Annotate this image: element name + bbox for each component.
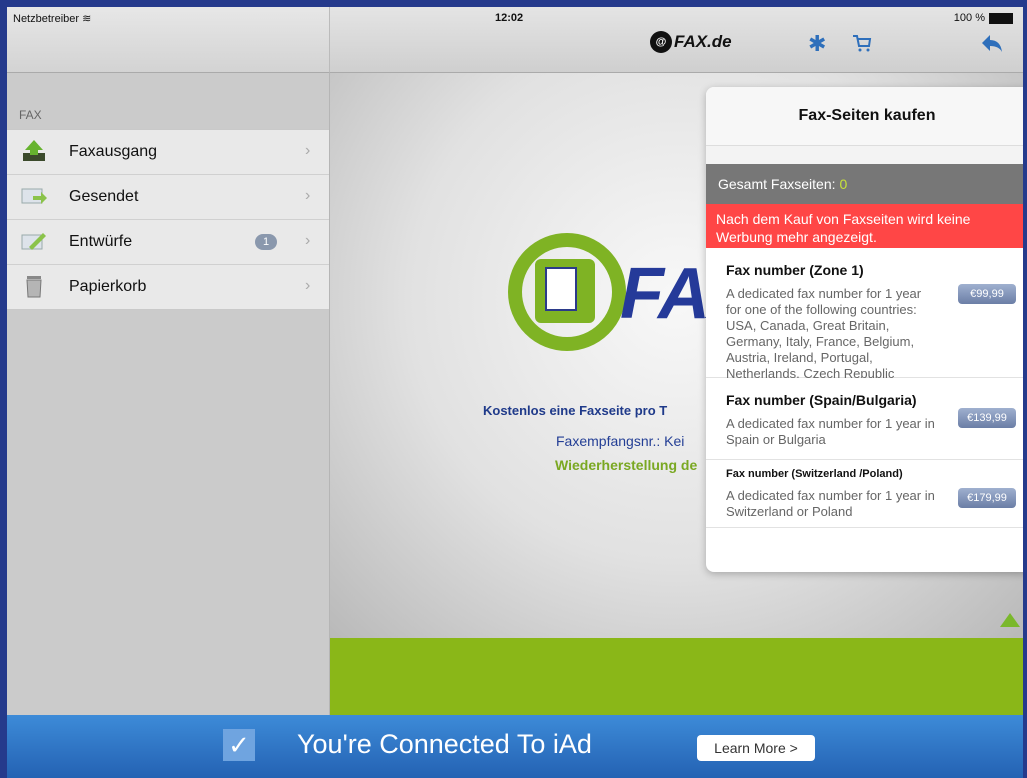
product-description: A dedicated fax number for 1 year in Spa… — [726, 416, 935, 447]
trash-icon — [21, 274, 47, 298]
ipad-screen: @ FAX.de ✱ Netzbetreiber ≋ 12:02 100 % F… — [7, 7, 1023, 778]
scroll-up-icon[interactable] — [1000, 613, 1020, 627]
product-description: A dedicated fax number for 1 year in Swi… — [726, 488, 935, 519]
iad-banner[interactable]: ✓ You're Connected To iAd Learn More > — [7, 715, 1023, 778]
popover-title: Fax-Seiten kaufen — [706, 87, 1023, 146]
back-icon[interactable] — [980, 33, 1004, 57]
price-button[interactable]: €139,99 — [958, 408, 1016, 428]
sidebar-menu: Faxausgang › Gesendet › Entwürfe 1 › Pap… — [7, 129, 329, 310]
brand-logo: @ FAX.de — [650, 31, 732, 53]
sidebar-item-label: Papierkorb — [69, 278, 147, 295]
chevron-right-icon: › — [305, 277, 311, 294]
learn-more-button[interactable]: Learn More > — [697, 735, 815, 761]
info-free-page: Kostenlos eine Faxseite pro T — [483, 403, 668, 418]
status-bar: Netzbetreiber ≋ 12:02 100 % — [7, 7, 1023, 29]
product-title: Fax number (Spain/Bulgaria) — [726, 392, 917, 408]
product-item-spain-bulgaria[interactable]: Fax number (Spain/Bulgaria) A dedicated … — [706, 378, 1023, 460]
info-fax-number: Faxempfangsnr.: Kei — [556, 433, 685, 449]
sent-icon — [21, 184, 47, 208]
product-title: Fax number (Zone 1) — [726, 262, 864, 278]
cart-icon[interactable] — [852, 33, 872, 57]
green-footer-bar — [330, 638, 1023, 715]
status-time: 12:02 — [495, 12, 524, 24]
battery-icon — [989, 12, 1013, 24]
fax-logo-icon: @ — [650, 31, 672, 53]
carrier-label: Netzbetreiber ≋ — [13, 13, 92, 25]
purchase-popover: Fax-Seiten kaufen Gesamt Faxseiten: 0 Nac… — [706, 87, 1023, 572]
count-badge: 1 — [255, 234, 277, 250]
ad-text: You're Connected To iAd — [297, 729, 592, 759]
sidebar-item-gesendet[interactable]: Gesendet › — [7, 175, 329, 220]
sidebar-item-papierkorb[interactable]: Papierkorb › — [7, 265, 329, 309]
total-pages-label: Gesamt Faxseiten: — [718, 176, 836, 192]
sidebar-item-label: Faxausgang — [69, 143, 158, 160]
sidebar-item-label: Gesendet — [69, 188, 139, 205]
wifi-icon: ≋ — [82, 13, 92, 25]
brand-name: FAX.de — [674, 32, 732, 51]
chevron-right-icon: › — [305, 187, 311, 204]
price-button[interactable]: €179,99 — [958, 488, 1016, 508]
product-item-zone1[interactable]: Fax number (Zone 1) A dedicated fax numb… — [706, 248, 1023, 381]
chevron-right-icon: › — [305, 232, 311, 249]
fax-machine-icon — [535, 259, 595, 323]
total-pages-value: 0 — [839, 176, 848, 192]
total-pages-row: Gesamt Faxseiten: 0 — [706, 164, 1023, 204]
gear-icon[interactable]: ✱ — [808, 33, 826, 55]
sidebar-item-label: Entwürfe — [69, 233, 133, 250]
section-header-fax: FAX — [19, 108, 42, 122]
sidebar-item-faxausgang[interactable]: Faxausgang › — [7, 130, 329, 175]
battery-indicator: 100 % — [954, 12, 1013, 24]
price-button[interactable]: €99,99 — [958, 284, 1016, 304]
drafts-icon — [21, 229, 47, 253]
checkmark-icon: ✓ — [223, 729, 255, 761]
no-ads-notice: Nach dem Kauf von Faxseiten wird keine W… — [706, 204, 1023, 248]
sidebar-item-entwuerfe[interactable]: Entwürfe 1 › — [7, 220, 329, 265]
product-description: A dedicated fax number for 1 year for on… — [726, 286, 922, 381]
outbox-icon — [21, 139, 47, 163]
sidebar: FAX Faxausgang › Gesendet › Entwürfe 1 ›… — [7, 73, 330, 715]
chevron-right-icon: › — [305, 142, 311, 159]
product-item-switzerland-poland[interactable]: Fax number (Switzerland /Poland) A dedic… — [706, 460, 1023, 528]
product-title: Fax number (Switzerland /Poland) — [726, 468, 903, 480]
restore-link[interactable]: Wiederherstellung de — [555, 457, 697, 473]
